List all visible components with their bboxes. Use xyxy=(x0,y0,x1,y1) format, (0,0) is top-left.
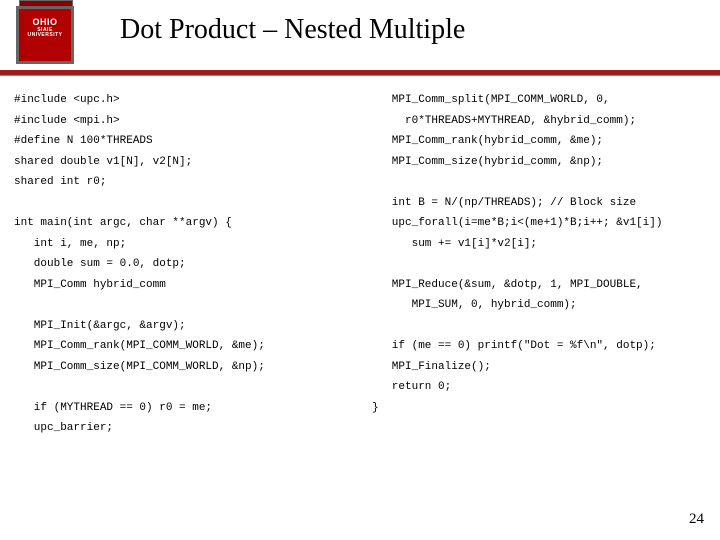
divider-gray xyxy=(0,75,720,76)
logo-sub2: UNIVERSITY xyxy=(19,33,71,39)
page-number: 24 xyxy=(689,511,704,528)
code-left-column: #include <upc.h> #include <mpi.h> #defin… xyxy=(14,90,354,439)
logo-main-text: OHIO xyxy=(32,17,57,27)
slide-title: Dot Product – Nested Multiple xyxy=(120,14,465,46)
code-right-column: MPI_Comm_split(MPI_COMM_WORLD, 0, r0*THR… xyxy=(372,90,702,439)
logo-text: OHIO SIAIE UNIVERSITY xyxy=(19,18,71,39)
code-area: #include <upc.h> #include <mpi.h> #defin… xyxy=(14,90,706,439)
slide-header: OHIO SIAIE UNIVERSITY Dot Product – Nest… xyxy=(0,0,720,70)
